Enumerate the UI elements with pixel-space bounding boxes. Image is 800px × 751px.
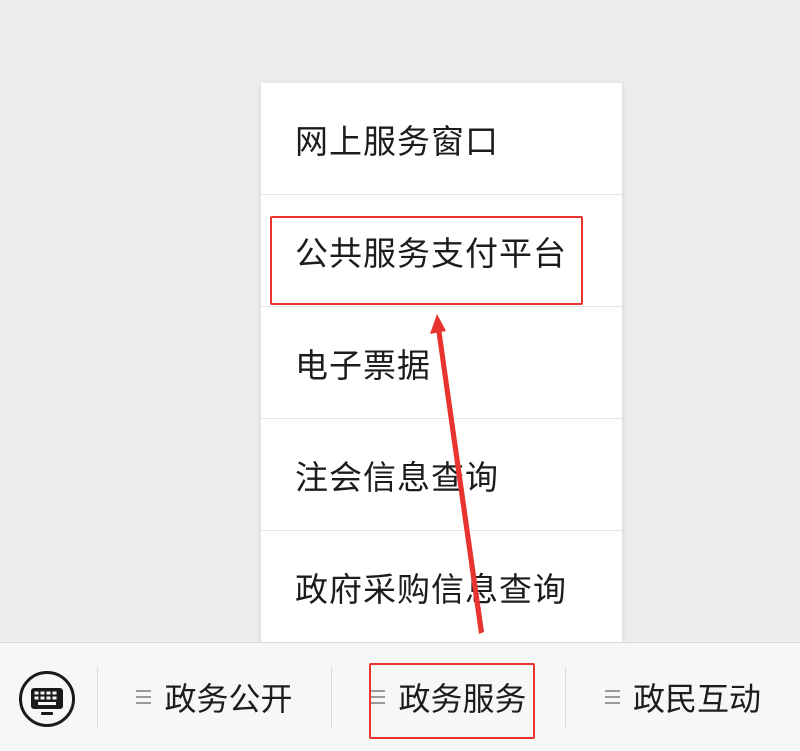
keyboard-icon (19, 671, 75, 727)
submenu-item-online-service-window[interactable]: 网上服务窗口 (261, 83, 622, 195)
submenu-item-public-payment-platform[interactable]: 公共服务支付平台 (261, 195, 622, 307)
menu-lines-icon (604, 690, 620, 704)
tab-label: 政民互动 (632, 680, 761, 718)
submenu-item-label: 电子票据 (295, 346, 431, 385)
keyboard-toggle-button[interactable] (18, 670, 76, 728)
submenu-item-cpa-info-query[interactable]: 注会信息查询 (261, 419, 622, 531)
submenu-item-electronic-bills[interactable]: 电子票据 (261, 307, 622, 419)
submenu-item-label: 公共服务支付平台 (295, 234, 567, 273)
tab-government-affairs-disclosure[interactable]: 政务公开 (98, 643, 331, 751)
menu-lines-icon (136, 690, 152, 704)
submenu-item-label: 网上服务窗口 (295, 122, 499, 161)
bottom-menu-bar: 政务公开 政务服务 政民互动 (0, 642, 800, 751)
tab-government-citizen-interaction[interactable]: 政民互动 (566, 643, 800, 751)
menu-lines-icon (370, 690, 386, 704)
submenu-item-label: 注会信息查询 (295, 458, 499, 497)
submenu-popup: 网上服务窗口 公共服务支付平台 电子票据 注会信息查询 政府采购信息查询 (261, 83, 622, 642)
tab-label: 政务公开 (164, 680, 293, 718)
tab-label: 政务服务 (398, 680, 527, 718)
tab-government-services[interactable]: 政务服务 (332, 643, 565, 751)
submenu-item-procurement-info-query[interactable]: 政府采购信息查询 (261, 531, 622, 642)
submenu-item-label: 政府采购信息查询 (295, 569, 567, 609)
